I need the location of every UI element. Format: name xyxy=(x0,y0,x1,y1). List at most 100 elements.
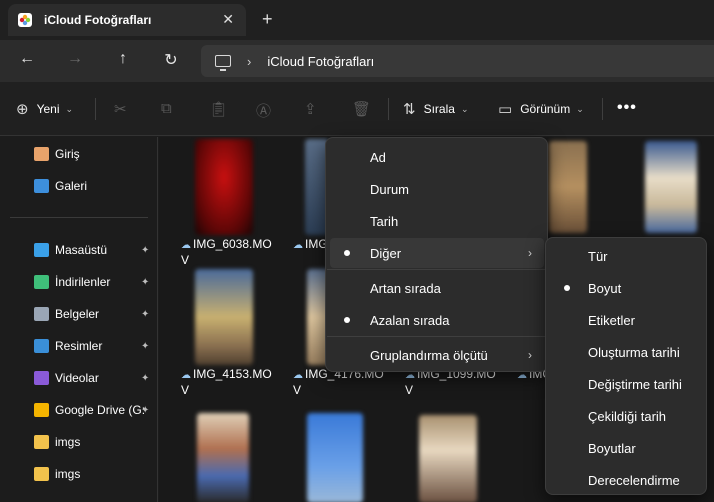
sidebar-item-label: Resimler xyxy=(55,339,103,353)
new-tab-icon[interactable]: + xyxy=(262,9,273,30)
sidebar-item-label: imgs xyxy=(55,467,81,481)
breadcrumb-current[interactable]: iCloud Fotoğrafları xyxy=(267,54,374,69)
submenu-item[interactable]: Çekildiği tarih xyxy=(550,401,703,431)
file-thumbnail[interactable] xyxy=(197,413,249,502)
file-thumbnail[interactable] xyxy=(195,139,253,235)
sidebar-item[interactable]: Belgeler ✦ xyxy=(0,299,157,329)
sort-menu-item[interactable]: Artan sırada xyxy=(330,273,544,303)
submenu-item[interactable]: Değiştirme tarihi xyxy=(550,369,703,399)
refresh-icon[interactable]: ↻ xyxy=(160,50,182,70)
share-button[interactable]: ⇪ xyxy=(304,100,325,118)
delete-button[interactable]: 🗑︎ xyxy=(352,100,379,118)
copy-icon: ⧉ xyxy=(161,100,172,117)
sidebar-item[interactable]: imgs xyxy=(0,427,157,457)
sidebar-item[interactable]: Giriş xyxy=(0,139,157,169)
file-name[interactable]: ☁ IMG_4153.MO V xyxy=(181,367,277,398)
this-pc-icon xyxy=(215,55,231,71)
up-arrow-icon[interactable]: ↑ xyxy=(112,50,134,68)
chevron-down-icon: ⌄ xyxy=(576,103,584,114)
paste-button[interactable]: 📋︎ xyxy=(209,100,236,118)
pin-icon[interactable]: ✦ xyxy=(141,245,149,256)
menu-item-label: Durum xyxy=(370,181,410,197)
desktop-icon xyxy=(34,243,49,257)
copy-button[interactable]: ⧉ xyxy=(161,100,180,117)
sidebar-item[interactable]: Resimler ✦ xyxy=(0,331,157,361)
toolbar-divider xyxy=(388,98,389,120)
file-thumbnail[interactable] xyxy=(419,415,477,502)
new-button[interactable]: ⊕ Yeni ⌄ xyxy=(16,100,73,118)
google-drive-icon xyxy=(34,403,49,417)
navigation-bar: ← → ↑ ↻ › iCloud Fotoğrafları xyxy=(0,40,714,82)
sidebar-item-label: Belgeler xyxy=(55,307,100,321)
back-arrow-icon[interactable]: ← xyxy=(16,50,38,68)
breadcrumb-chevron-icon[interactable]: › xyxy=(247,54,251,69)
sidebar-item-label: imgs xyxy=(55,435,81,449)
submenu-item[interactable]: Derecelendirme xyxy=(550,465,703,495)
chevron-down-icon: ⌄ xyxy=(460,103,469,114)
more-options-icon[interactable]: ••• xyxy=(617,99,637,117)
menu-separator xyxy=(327,269,548,270)
sidebar-item[interactable]: Google Drive (G: ✦ xyxy=(0,395,157,425)
pin-icon[interactable]: ✦ xyxy=(141,373,149,384)
menu-item-label: Etiketler xyxy=(588,312,635,328)
sort-label: Sırala xyxy=(423,102,455,116)
rename-button[interactable]: Ⓐ xyxy=(256,100,279,121)
pin-icon[interactable]: ✦ xyxy=(141,309,149,320)
menu-item-label: Boyutlar xyxy=(588,440,636,456)
selected-bullet-icon xyxy=(564,285,570,291)
submenu-item[interactable]: Boyut xyxy=(550,273,703,303)
gallery-icon xyxy=(34,179,49,193)
home-icon xyxy=(34,147,49,161)
download-icon xyxy=(34,275,49,289)
file-name-text: IMG_4153.MO V xyxy=(181,367,272,397)
paste-icon: 📋︎ xyxy=(209,101,229,118)
address-bar[interactable]: › iCloud Fotoğrafları xyxy=(201,45,714,77)
sort-menu: Ad Durum Tarih Diğer › Artan sırada Azalan sır… xyxy=(325,137,548,372)
share-icon: ⇪ xyxy=(304,101,317,118)
close-tab-icon[interactable]: ✕ xyxy=(222,11,234,28)
view-button[interactable]: ▭ Görünüm ⌄ xyxy=(498,100,584,118)
sidebar-item[interactable]: imgs xyxy=(0,459,157,489)
view-label: Görünüm xyxy=(520,102,571,116)
forward-arrow-icon[interactable]: → xyxy=(64,50,86,68)
sidebar-item-label: Giriş xyxy=(55,147,80,161)
file-thumbnail[interactable] xyxy=(195,269,253,365)
sidebar-item-label: Masaüstü xyxy=(55,243,108,257)
sidebar-item-label: Videolar xyxy=(55,371,99,385)
submenu-item[interactable]: Oluşturma tarihi xyxy=(550,337,703,367)
file-name[interactable]: ☁ IMG_6038.MO V xyxy=(181,237,277,268)
pin-icon[interactable]: ✦ xyxy=(141,405,149,416)
cut-icon: ✂ xyxy=(114,101,127,118)
file-thumbnail[interactable] xyxy=(549,141,587,233)
menu-item-label: Çekildiği tarih xyxy=(588,408,667,424)
sidebar-item[interactable]: Galeri xyxy=(0,171,157,201)
sort-arrows-icon: ⇅ xyxy=(403,101,416,118)
submenu-item[interactable]: Etiketler xyxy=(550,305,703,335)
sidebar-item[interactable]: Masaüstü ✦ xyxy=(0,235,157,265)
tab-icloud-photos[interactable]: iCloud Fotoğrafları ✕ xyxy=(8,4,246,36)
menu-item-label: Artan sırada xyxy=(370,280,441,296)
submenu-item[interactable]: Boyutlar xyxy=(550,433,703,463)
folder-icon xyxy=(34,435,49,449)
sidebar-item[interactable]: Videolar ✦ xyxy=(0,363,157,393)
file-thumbnail[interactable] xyxy=(645,141,697,233)
selected-bullet-icon xyxy=(344,250,350,256)
sort-menu-item[interactable]: Ad xyxy=(330,142,544,172)
menu-item-label: Değiştirme tarihi xyxy=(588,376,682,392)
sort-menu-item[interactable]: Durum xyxy=(330,174,544,204)
sort-menu-item[interactable]: Azalan sırada xyxy=(330,305,544,335)
sort-menu-item[interactable]: Diğer › xyxy=(330,238,544,268)
submenu-item[interactable]: Tür xyxy=(550,241,703,271)
sort-button[interactable]: ⇅ Sırala ⌄ xyxy=(403,100,468,118)
selected-bullet-icon xyxy=(344,317,350,323)
cloud-icon: ☁ xyxy=(181,370,191,381)
file-thumbnail[interactable] xyxy=(307,413,363,502)
photos-app-icon xyxy=(18,13,32,27)
sort-menu-item[interactable]: Tarih xyxy=(330,206,544,236)
pin-icon[interactable]: ✦ xyxy=(141,277,149,288)
delete-icon: 🗑︎ xyxy=(352,101,372,118)
pin-icon[interactable]: ✦ xyxy=(141,341,149,352)
sidebar-item[interactable]: İndirilenler ✦ xyxy=(0,267,157,297)
sort-menu-item[interactable]: Gruplandırma ölçütü › xyxy=(330,340,544,370)
cut-button[interactable]: ✂ xyxy=(114,100,135,118)
